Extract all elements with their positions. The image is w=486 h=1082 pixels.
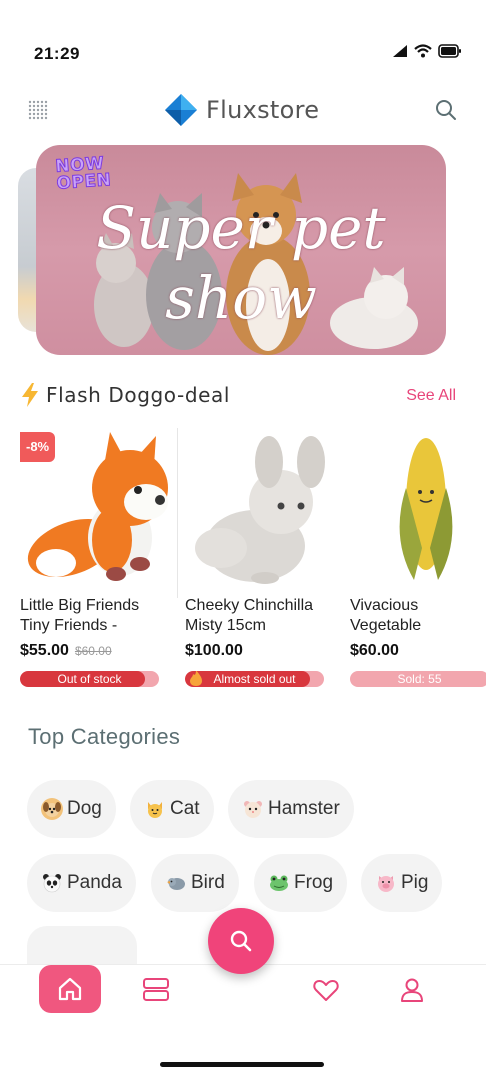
- product-name-line2: Misty 15cm: [185, 617, 266, 634]
- category-label: Dog: [67, 798, 102, 819]
- category-label: Hamster: [268, 798, 340, 819]
- product-name: Little Big Friends Tiny Friends -: [20, 596, 170, 636]
- discount-badge: -8%: [20, 432, 56, 462]
- category-chip-hamster[interactable]: Hamster: [228, 780, 354, 838]
- user-icon: [401, 978, 423, 1002]
- categories-icon: [143, 978, 169, 1001]
- search-fab-button[interactable]: [208, 908, 274, 974]
- product-name: Vivacious Vegetable: [350, 596, 486, 636]
- nav-home-button[interactable]: [39, 965, 101, 1013]
- menu-grid-button[interactable]: [28, 100, 48, 120]
- flash-deal-header: Flash Doggo-deal See All: [20, 380, 466, 410]
- product-name-line2: Tiny Friends -: [20, 617, 118, 634]
- category-label: Panda: [67, 872, 122, 893]
- heart-icon: [313, 980, 339, 1001]
- nav-categories-button[interactable]: [141, 975, 171, 1005]
- cellular-signal-icon: [393, 45, 407, 57]
- home-icon: [58, 977, 82, 1001]
- banner-title: Super pet show: [36, 193, 446, 333]
- product-name-line1: Little Big Friends: [20, 597, 140, 614]
- lightning-icon: [22, 383, 38, 407]
- category-chip-dog[interactable]: Dog: [27, 780, 116, 838]
- category-label: Frog: [294, 872, 334, 893]
- corn-plush-image: [399, 438, 453, 580]
- promo-banner[interactable]: NOW OPEN Super pet show: [36, 145, 446, 355]
- category-chip-partial[interactable]: [27, 926, 137, 966]
- product-price-old: $60.00: [74, 644, 112, 658]
- home-indicator: [160, 1062, 324, 1067]
- battery-icon: [438, 44, 461, 58]
- stock-label: Almost sold out: [213, 672, 296, 686]
- category-chip-cat[interactable]: Cat: [130, 780, 214, 838]
- top-categories-title: Top Categories: [28, 724, 181, 749]
- wifi-icon: [414, 44, 432, 58]
- see-all-link[interactable]: See All: [406, 387, 456, 405]
- category-label: Pig: [401, 872, 429, 893]
- product-name-line1: Vivacious: [350, 597, 419, 614]
- panda-icon: [41, 872, 63, 894]
- stock-bar: Out of stock: [20, 671, 159, 687]
- category-chip-bird[interactable]: Bird: [151, 854, 239, 912]
- banner-tag-line2: OPEN: [55, 170, 112, 195]
- product-price-current: $55.00: [20, 642, 69, 659]
- product-price: $60.00: [350, 642, 399, 660]
- category-label: Cat: [170, 798, 200, 819]
- product-name-line1: Cheeky Chinchilla: [185, 597, 314, 614]
- product-name: Cheeky Chinchilla Misty 15cm: [185, 596, 335, 636]
- hamster-icon: [242, 798, 264, 820]
- app-name: Fluxstore: [206, 96, 320, 124]
- stock-label: Out of stock: [57, 672, 122, 686]
- category-label: Bird: [191, 872, 225, 893]
- nav-wishlist-button[interactable]: [311, 975, 341, 1005]
- banner-tag: NOW OPEN: [54, 153, 112, 195]
- category-chip-pig[interactable]: Pig: [361, 854, 443, 912]
- banner-title-line2: show: [165, 264, 317, 332]
- stock-bar: Almost sold out: [185, 671, 324, 687]
- stock-bar: Sold: 55: [350, 671, 486, 687]
- product-card-chinchilla[interactable]: Cheeky Chinchilla Misty 15cm $100.00 Alm…: [185, 428, 345, 693]
- flash-deal-title: Flash Doggo-deal: [46, 383, 231, 407]
- cat-icon: [144, 798, 166, 820]
- chinchilla-plush-image: [195, 436, 325, 584]
- product-name-line2: Vegetable: [350, 617, 422, 634]
- product-price-current: $100.00: [185, 642, 243, 659]
- flash-deal-products: -8% Little Big Friends Tiny Friends - $5…: [0, 428, 486, 698]
- product-price-current: $60.00: [350, 642, 399, 659]
- frog-icon: [268, 872, 290, 894]
- search-icon: [436, 100, 456, 120]
- category-chip-frog[interactable]: Frog: [254, 854, 348, 912]
- product-card-corn[interactable]: Vivacious Vegetable $60.00 Sold: 55: [350, 428, 486, 693]
- status-icons: [392, 44, 462, 58]
- bird-icon: [165, 872, 187, 894]
- grid-dots-icon: [28, 100, 48, 120]
- product-price: $55.00 $60.00: [20, 642, 112, 660]
- pig-icon: [375, 872, 397, 894]
- stock-label: Sold: 55: [397, 672, 442, 686]
- search-icon: [230, 930, 252, 952]
- banner-title-line1: Super pet: [96, 194, 386, 262]
- app-logo: Fluxstore: [164, 93, 319, 127]
- dog-icon: [41, 798, 63, 820]
- product-card-fox[interactable]: -8% Little Big Friends Tiny Friends - $5…: [20, 428, 180, 693]
- category-chip-panda[interactable]: Panda: [27, 854, 136, 912]
- nav-profile-button[interactable]: [397, 975, 427, 1005]
- header-search-button[interactable]: [434, 98, 458, 122]
- fluxstore-logo-icon: [165, 94, 197, 126]
- product-price: $100.00: [185, 642, 243, 660]
- status-time: 21:29: [34, 44, 80, 63]
- app-header: Fluxstore: [0, 88, 486, 134]
- status-bar: 21:29: [0, 0, 486, 80]
